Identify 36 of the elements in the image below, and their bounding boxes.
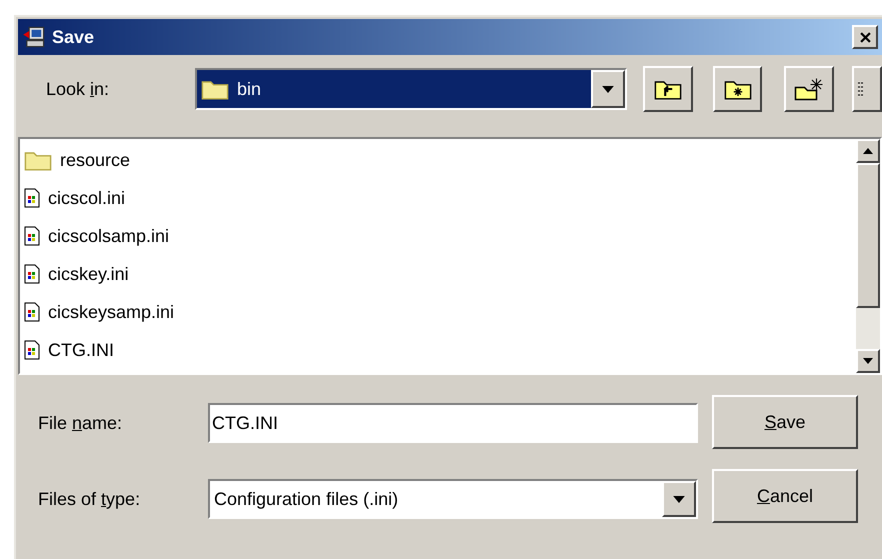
file-list-item[interactable]: cicscol.ini [24, 179, 856, 217]
up-folder-button[interactable] [643, 66, 693, 112]
file-list-item[interactable]: CTG.INI [24, 331, 856, 369]
file-list-item[interactable]: cicskeysamp.ini [24, 293, 856, 331]
settings-file-icon [24, 187, 40, 209]
file-name-label: File name: [38, 412, 124, 434]
settings-file-icon [24, 301, 40, 323]
cancel-button[interactable]: Cancel [712, 469, 858, 523]
look-in-value: bin [236, 78, 262, 100]
file-list-item[interactable]: cicscolsamp.ini [24, 217, 856, 255]
close-icon [860, 32, 870, 42]
file-type-label: Files of type: [38, 488, 142, 511]
view-menu-button[interactable] [852, 66, 882, 112]
new-folder-button[interactable] [712, 66, 762, 112]
settings-file-icon [24, 339, 40, 361]
file-list-item[interactable]: cicskey.ini [24, 255, 856, 293]
dropdown-arrow-icon [673, 496, 685, 502]
settings-file-icon [24, 225, 40, 247]
file-type-dropdown[interactable]: Configuration files (.ini) [208, 479, 698, 519]
file-type-value: Configuration files (.ini) [213, 488, 400, 511]
look-in-label: Look in: [46, 78, 110, 100]
scroll-down-icon [863, 358, 873, 364]
scrollbar-thumb[interactable] [856, 163, 880, 308]
scroll-up-icon [863, 148, 873, 154]
scrollbar[interactable] [856, 139, 880, 373]
new-file-button[interactable] [784, 66, 834, 112]
window-title: Save [52, 26, 96, 48]
file-list-item[interactable]: resource [24, 141, 856, 179]
folder-sparkle-icon [794, 76, 824, 102]
file-name-field[interactable]: CTG.INI [208, 403, 698, 443]
settings-file-icon [24, 263, 40, 285]
save-button[interactable]: Save [712, 395, 858, 449]
look-in-dropdown[interactable]: bin [194, 68, 628, 110]
close-button[interactable] [852, 25, 878, 49]
dropdown-arrow-icon [602, 86, 614, 92]
computer-icon [22, 25, 46, 49]
